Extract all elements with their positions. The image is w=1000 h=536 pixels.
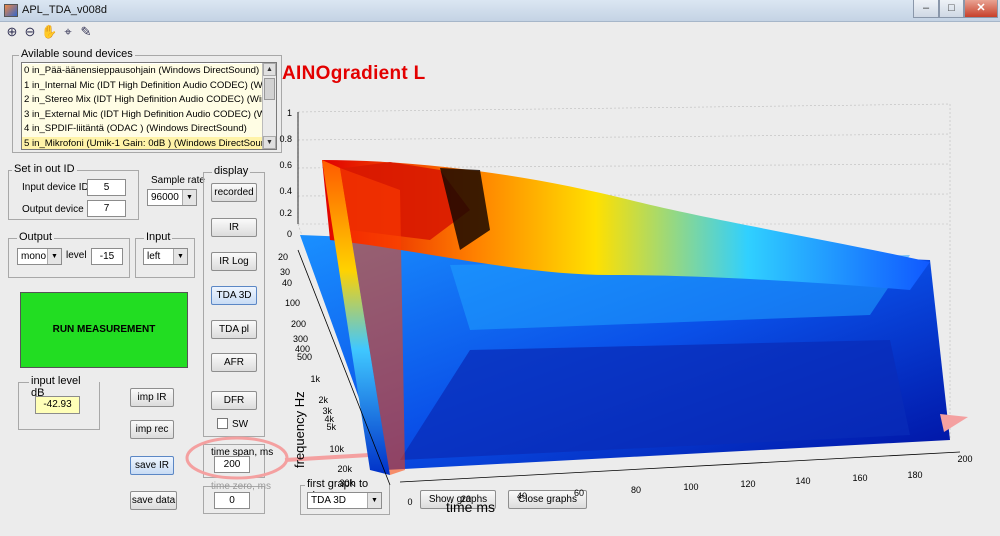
input-level-value: -42.93 xyxy=(35,396,80,414)
display-ir-button[interactable]: IR xyxy=(211,218,257,237)
sw-label: SW xyxy=(232,419,249,430)
app-heading: AINOgradient L xyxy=(282,63,426,84)
freq-tick: 5k xyxy=(326,422,336,432)
chevron-down-icon: ▼ xyxy=(47,249,61,264)
freq-tick: 300 xyxy=(293,334,308,344)
z-tick: 0.2 xyxy=(279,208,292,218)
annotation-arrow-head xyxy=(940,414,968,432)
input-device-label: Input device ID xyxy=(22,182,89,193)
time-zero-label: time zero, ms xyxy=(211,481,272,492)
scroll-up-icon[interactable]: ▲ xyxy=(263,63,276,76)
close-button[interactable]: ✕ xyxy=(964,0,998,18)
time-tick: 160 xyxy=(852,473,867,483)
figure-toolbar: ⊕ ⊖ ✋ ⌖ ✎ xyxy=(0,22,1000,42)
time-tick: 100 xyxy=(683,482,698,492)
freq-tick: 30 xyxy=(280,267,290,277)
time-tick: 120 xyxy=(740,479,755,489)
output-mode-select[interactable]: mono ▼ xyxy=(17,248,62,265)
run-measurement-button[interactable]: RUN MEASUREMENT xyxy=(20,292,188,368)
set-io-title: Set in out ID xyxy=(12,163,77,175)
z-axis: 1 0.8 0.6 0.4 0.2 0 xyxy=(279,108,299,239)
output-title: Output xyxy=(17,231,55,243)
chevron-down-icon: ▼ xyxy=(173,249,187,264)
freq-tick: 30k xyxy=(339,478,354,488)
time-tick: 60 xyxy=(574,488,584,498)
freq-tick: 1k xyxy=(310,374,320,384)
save-ir-button[interactable]: save IR xyxy=(130,456,174,475)
imp-ir-button[interactable]: imp IR xyxy=(130,388,174,407)
zoom-in-icon[interactable]: ⊕ xyxy=(4,24,20,40)
save-data-button[interactable]: save data xyxy=(130,491,177,510)
display-tda-pl-button[interactable]: TDA pl xyxy=(211,320,257,339)
list-item[interactable]: 0 in_Pää-äänensieppausohjain (Windows Di… xyxy=(22,64,263,79)
output-device-label: Output device ID xyxy=(22,204,97,215)
imp-rec-button[interactable]: imp rec xyxy=(130,420,174,439)
display-afr-button[interactable]: AFR xyxy=(211,353,257,372)
time-tick: 0 xyxy=(407,497,412,507)
devices-title: Avilable sound devices xyxy=(19,48,135,60)
list-item[interactable]: 4 in_SPDIF-liitäntä (ODAC ) (Windows Dir… xyxy=(22,122,263,137)
input-device-field[interactable]: 5 xyxy=(87,179,126,196)
figure-area: AINOgradient L Avilable sound devices 0 … xyxy=(0,42,1000,536)
output-level-field[interactable]: -15 xyxy=(91,248,123,265)
data-cursor-icon[interactable]: ⌖ xyxy=(60,24,76,40)
output-mode-value: mono xyxy=(21,251,47,262)
frequency-axis-label: frequency Hz xyxy=(292,391,307,468)
input-channel-select[interactable]: left ▼ xyxy=(143,248,188,265)
freq-tick: 200 xyxy=(291,319,306,329)
edit-plot-icon[interactable]: ✎ xyxy=(78,24,94,40)
list-item[interactable]: 3 in_External Mic (IDT High Definition A… xyxy=(22,107,263,122)
title-bar: APL_TDA_v008d – □ ✕ xyxy=(0,0,1000,22)
display-tda-3d-button[interactable]: TDA 3D xyxy=(211,286,257,305)
display-ir-log-button[interactable]: IR Log xyxy=(211,252,257,271)
time-tick: 140 xyxy=(795,476,810,486)
sw-checkbox[interactable] xyxy=(217,418,228,429)
freq-tick: 20k xyxy=(337,464,352,474)
time-zero-field[interactable]: 0 xyxy=(214,492,250,509)
devices-listbox[interactable]: 0 in_Pää-äänensieppausohjain (Windows Di… xyxy=(21,62,277,150)
list-item[interactable]: 2 in_Stereo Mix (IDT High Definition Aud… xyxy=(22,93,263,108)
z-tick: 0.6 xyxy=(279,160,292,170)
freq-tick: 20 xyxy=(278,252,288,262)
freq-tick: 100 xyxy=(285,298,300,308)
output-device-field[interactable]: 7 xyxy=(87,200,126,217)
level-label: level xyxy=(66,250,87,261)
freq-tick: 40 xyxy=(282,278,292,288)
display-title: display xyxy=(212,165,251,177)
time-tick: 200 xyxy=(957,454,972,464)
sample-rate-select[interactable]: 96000 ▼ xyxy=(147,189,197,206)
list-item[interactable]: 1 in_Internal Mic (IDT High Definition A… xyxy=(22,78,263,93)
time-axis-label: time ms xyxy=(446,499,495,515)
sample-rate-label: Sample rate xyxy=(151,175,205,186)
list-item[interactable]: 5 in_Mikrofoni (Umik-1 Gain: 0dB ) (Wind… xyxy=(22,136,263,149)
arrow-head-icon xyxy=(940,414,968,432)
display-recorded-button[interactable]: recorded xyxy=(211,183,257,202)
z-tick: 0.4 xyxy=(279,186,292,196)
tda-3d-plot[interactable]: 1 0.8 0.6 0.4 0.2 0 20 30 40 100 200 300… xyxy=(270,90,1000,530)
window-title: APL_TDA_v008d xyxy=(22,4,107,16)
minimize-button[interactable]: – xyxy=(913,0,939,18)
z-tick: 1 xyxy=(287,108,292,118)
freq-tick: 2k xyxy=(318,395,328,405)
freq-tick: 500 xyxy=(297,352,312,362)
maximize-button[interactable]: □ xyxy=(939,0,964,18)
zoom-out-icon[interactable]: ⊖ xyxy=(22,24,38,40)
sample-rate-value: 96000 xyxy=(151,192,179,203)
input-title: Input xyxy=(144,231,173,243)
display-dfr-button[interactable]: DFR xyxy=(211,391,257,410)
freq-tick: 10k xyxy=(329,444,344,454)
z-tick: 0.8 xyxy=(279,134,292,144)
app-icon xyxy=(4,4,18,17)
time-tick: 40 xyxy=(517,491,527,501)
time-tick: 80 xyxy=(631,485,641,495)
time-tick: 180 xyxy=(907,470,922,480)
chevron-down-icon: ▼ xyxy=(182,190,196,205)
z-tick: 0 xyxy=(287,229,292,239)
input-channel-value: left xyxy=(147,251,161,262)
pan-hand-icon[interactable]: ✋ xyxy=(41,24,57,40)
